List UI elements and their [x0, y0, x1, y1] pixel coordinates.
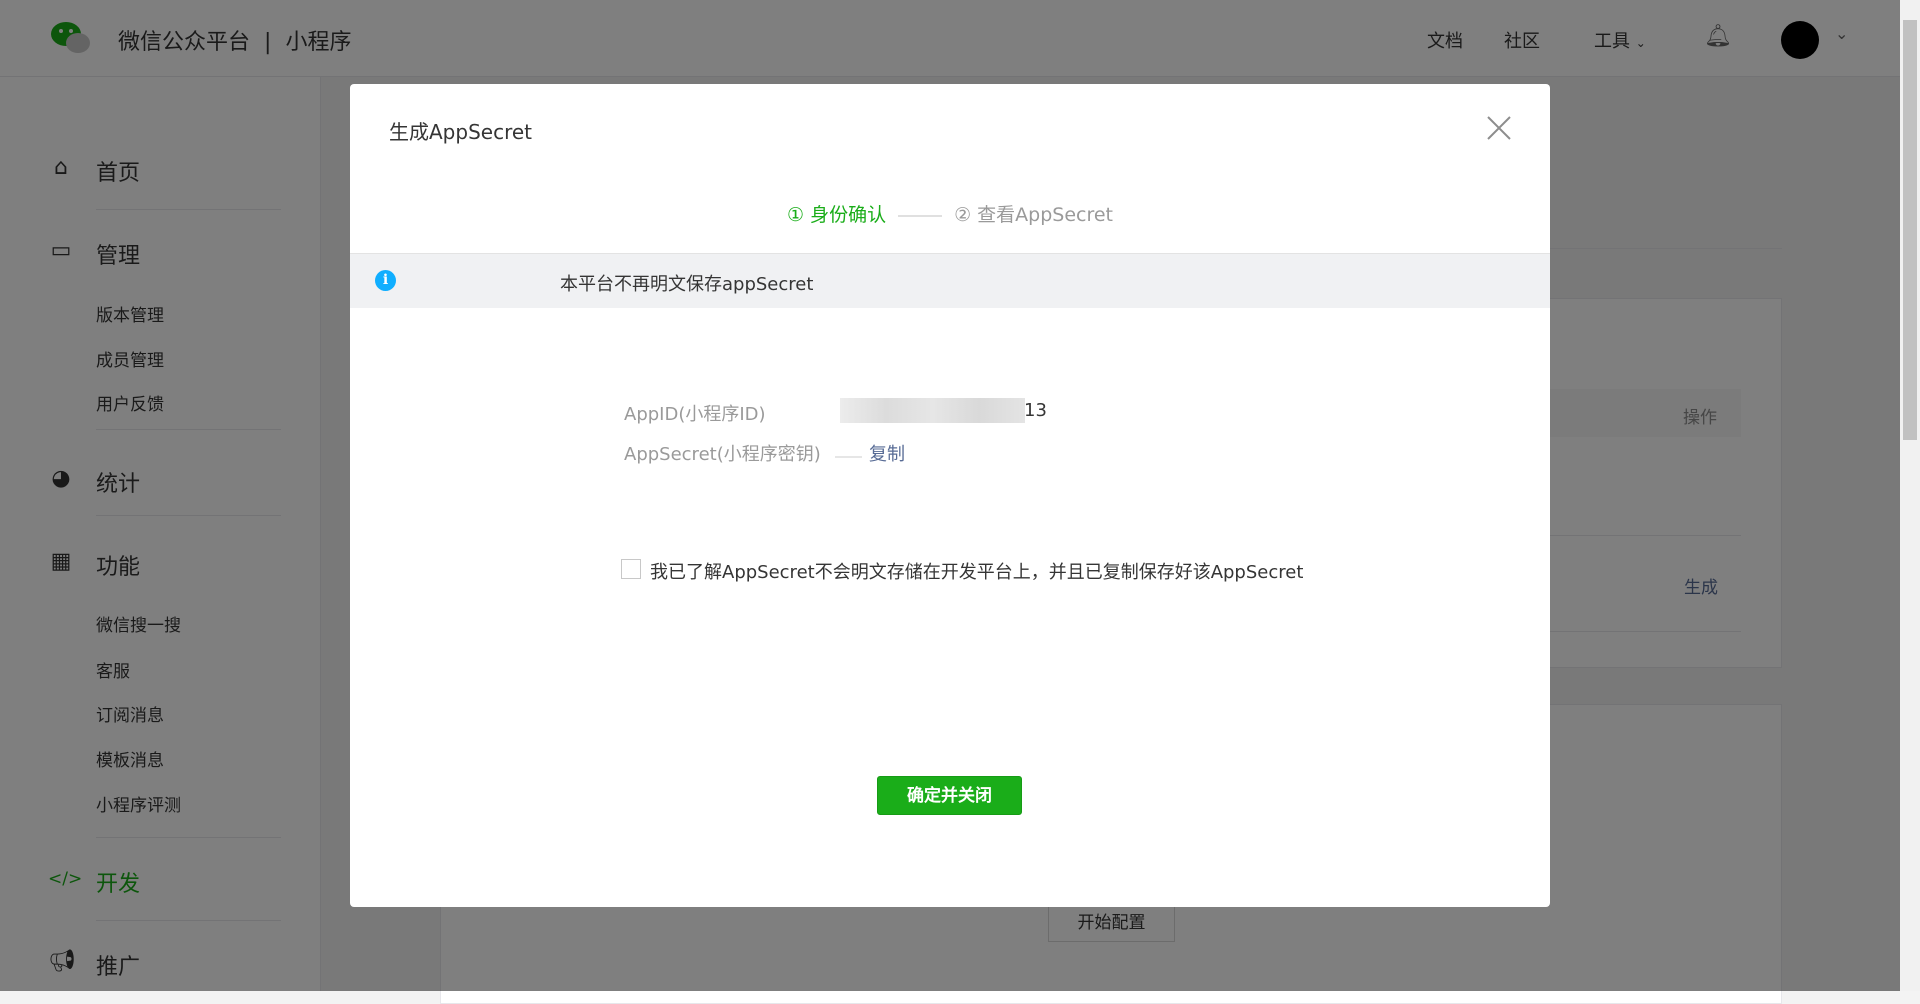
appsecret-redacted	[835, 456, 862, 458]
appid-label: AppID(小程序ID)	[624, 404, 766, 425]
scrollbar[interactable]	[1900, 0, 1920, 991]
appsecret-label: AppSecret(小程序密钥)	[624, 444, 821, 465]
info-banner: i 本平台不再明文保存appSecret	[350, 253, 1550, 308]
step-indicator: ① 身份确认 ② 查看AppSecret	[350, 200, 1550, 227]
info-text: 本平台不再明文保存appSecret	[560, 274, 814, 295]
step-view-secret: ② 查看AppSecret	[954, 204, 1113, 226]
appid-redacted	[840, 398, 1025, 423]
step-identity: ① 身份确认	[787, 204, 887, 226]
appid-value: 13	[1024, 400, 1047, 421]
dialog-title: 生成AppSecret	[389, 120, 532, 144]
info-icon: i	[375, 270, 396, 291]
generate-appsecret-dialog: 生成AppSecret ① 身份确认 ② 查看AppSecret i 本平台不再明…	[350, 84, 1550, 907]
acknowledge-text[interactable]: 我已了解AppSecret不会明文存储在开发平台上，并且已复制保存好该AppSe…	[650, 558, 1303, 584]
copy-link[interactable]: 复制	[869, 440, 905, 466]
scrollbar-thumb[interactable]	[1903, 20, 1917, 440]
close-icon[interactable]	[1485, 114, 1513, 142]
acknowledge-checkbox[interactable]	[621, 559, 641, 579]
confirm-close-button[interactable]: 确定并关闭	[877, 776, 1022, 815]
step-connector	[898, 214, 943, 217]
